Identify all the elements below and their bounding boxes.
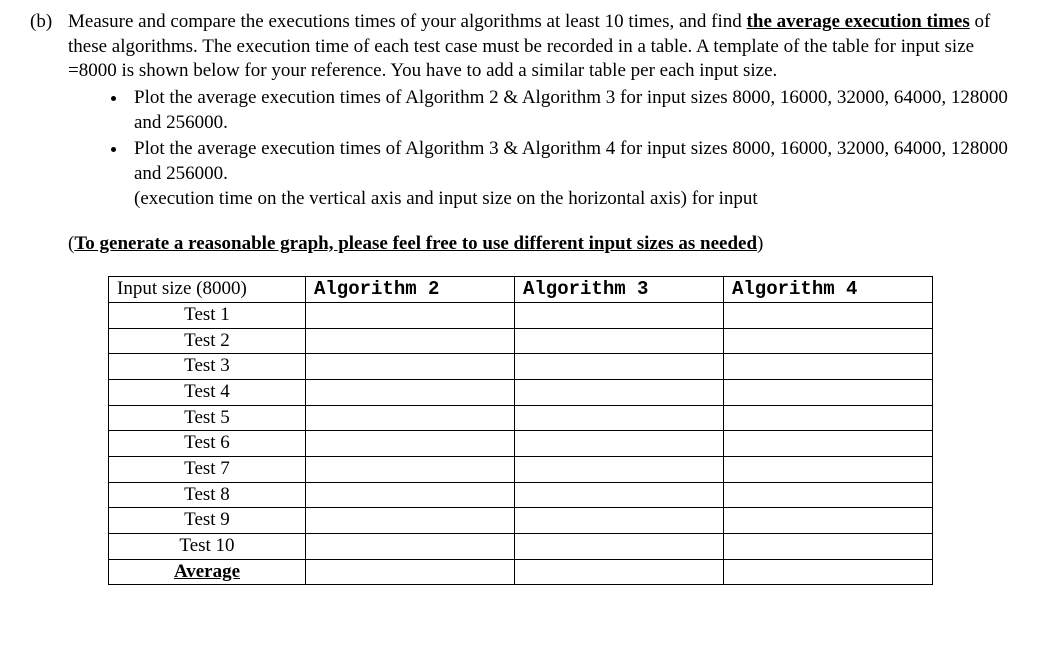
bullet-item: Plot the average execution times of Algo… [128, 86, 1019, 135]
cell-alg3 [515, 431, 724, 457]
cell-alg4 [724, 302, 933, 328]
cell-alg4 [724, 379, 933, 405]
cell-alg2 [306, 457, 515, 483]
cell-alg4-avg [724, 559, 933, 585]
cell-alg2 [306, 482, 515, 508]
cell-alg4 [724, 482, 933, 508]
table-row: Test 7 [109, 457, 933, 483]
cell-alg3 [515, 457, 724, 483]
table-row: Test 9 [109, 508, 933, 534]
row-label: Test 4 [109, 379, 306, 405]
cell-alg2 [306, 302, 515, 328]
bullet-item: Plot the average execution times of Algo… [128, 137, 1019, 211]
cell-alg4 [724, 405, 933, 431]
cell-alg2 [306, 508, 515, 534]
cell-alg2 [306, 328, 515, 354]
cell-alg4 [724, 354, 933, 380]
cell-alg3-avg [515, 559, 724, 585]
cell-alg3 [515, 482, 724, 508]
cell-alg3 [515, 328, 724, 354]
cell-alg4 [724, 328, 933, 354]
row-label: Test 9 [109, 508, 306, 534]
row-label: Test 5 [109, 405, 306, 431]
cell-alg2 [306, 431, 515, 457]
note-close: ) [757, 233, 763, 254]
table-row: Test 6 [109, 431, 933, 457]
table-row: Test 10 [109, 534, 933, 560]
intro-text-1: Measure and compare the executions times… [68, 11, 747, 32]
note-line: (To generate a reasonable graph, please … [68, 232, 1019, 257]
table-row: Test 5 [109, 405, 933, 431]
table-row: Test 3 [109, 354, 933, 380]
question-body: Measure and compare the executions times… [68, 10, 1019, 585]
table-header-inputsize: Input size (8000) [109, 277, 306, 303]
intro-underlined: the average execution times [747, 11, 970, 32]
note-underlined: To generate a reasonable graph, please f… [74, 233, 757, 254]
cell-alg4 [724, 457, 933, 483]
row-label: Test 2 [109, 328, 306, 354]
row-label: Test 7 [109, 457, 306, 483]
row-label: Test 3 [109, 354, 306, 380]
cell-alg3 [515, 379, 724, 405]
cell-alg3 [515, 354, 724, 380]
cell-alg3 [515, 508, 724, 534]
table-row: Test 8 [109, 482, 933, 508]
question-block: (b) Measure and compare the executions t… [30, 10, 1019, 585]
row-label: Test 6 [109, 431, 306, 457]
bullet-list: Plot the average execution times of Algo… [68, 86, 1019, 211]
cell-alg3 [515, 405, 724, 431]
cell-alg2 [306, 379, 515, 405]
table-header-alg2: Algorithm 2 [306, 277, 515, 303]
row-label: Test 10 [109, 534, 306, 560]
row-label: Test 1 [109, 302, 306, 328]
table-average-row: Average [109, 559, 933, 585]
table-header-alg3: Algorithm 3 [515, 277, 724, 303]
cell-alg3 [515, 534, 724, 560]
cell-alg4 [724, 508, 933, 534]
average-label: Average [109, 559, 306, 585]
table-row: Test 4 [109, 379, 933, 405]
cell-alg3 [515, 302, 724, 328]
question-label: (b) [30, 10, 68, 585]
cell-alg2 [306, 405, 515, 431]
table-row: Test 1 [109, 302, 933, 328]
execution-time-table: Input size (8000) Algorithm 2 Algorithm … [108, 276, 933, 585]
cell-alg2 [306, 354, 515, 380]
cell-alg4 [724, 534, 933, 560]
cell-alg2 [306, 534, 515, 560]
table-header-row: Input size (8000) Algorithm 2 Algorithm … [109, 277, 933, 303]
row-label: Test 8 [109, 482, 306, 508]
table-row: Test 2 [109, 328, 933, 354]
table-header-alg4: Algorithm 4 [724, 277, 933, 303]
cell-alg2-avg [306, 559, 515, 585]
cell-alg4 [724, 431, 933, 457]
